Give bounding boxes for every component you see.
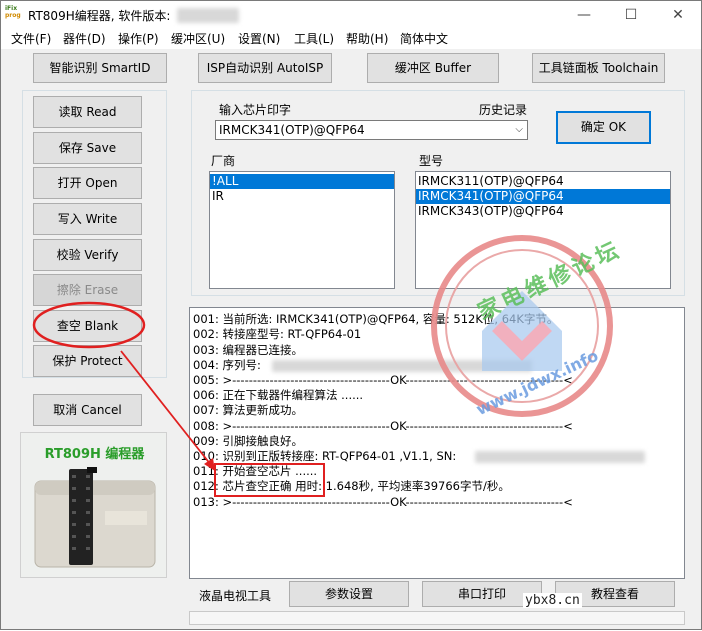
- annotation-overlay: [32, 301, 215, 471]
- blank-highlight-ellipse: [32, 301, 146, 349]
- annotation-arrow-line: [120, 350, 212, 466]
- site-watermark: ybx8.cn: [523, 593, 582, 608]
- params-button[interactable]: 参数设置: [289, 581, 409, 607]
- status-bar: [189, 611, 685, 625]
- app-window: iFix prog RT809H编程器, 软件版本: — ☐ ✕ 文件(F) 器…: [0, 0, 702, 630]
- arrow-head-icon: [204, 458, 215, 471]
- lcd-tool-label[interactable]: 液晶电视工具: [199, 587, 271, 604]
